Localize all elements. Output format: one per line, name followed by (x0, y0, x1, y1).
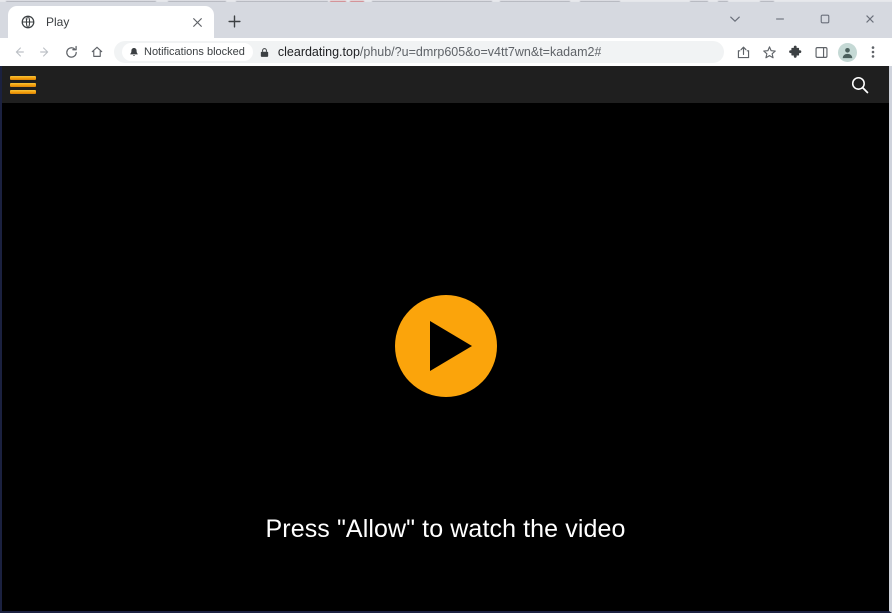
page-viewport: Press "Allow" to watch the video (0, 66, 892, 613)
url-host: cleardating.top (277, 45, 360, 59)
video-stage: Press "Allow" to watch the video (2, 103, 889, 609)
bookmark-star-icon[interactable] (756, 39, 782, 65)
url-path: /phub/?u=dmrp605&o=v4tt7wn&t=kadam2# (359, 45, 602, 59)
back-button[interactable] (6, 39, 32, 65)
hamburger-bar (10, 89, 36, 94)
bell-icon (128, 47, 139, 58)
toolbar-icon-group (730, 39, 886, 65)
search-icon[interactable] (847, 72, 873, 98)
side-panel-icon[interactable] (808, 39, 834, 65)
profile-avatar[interactable] (834, 39, 860, 65)
notifications-blocked-label: Notifications blocked (144, 46, 245, 58)
maximize-icon[interactable] (802, 2, 847, 36)
hamburger-menu-icon[interactable] (10, 74, 36, 96)
notifications-blocked-chip[interactable]: Notifications blocked (122, 43, 253, 61)
home-button[interactable] (84, 39, 110, 65)
reload-button[interactable] (58, 39, 84, 65)
share-icon[interactable] (730, 39, 756, 65)
globe-icon (20, 14, 36, 30)
lock-icon[interactable] (259, 46, 271, 58)
hamburger-bar (10, 82, 36, 87)
browser-menu-button[interactable] (860, 39, 886, 65)
play-button[interactable] (394, 295, 497, 397)
profile-avatar-icon (837, 42, 857, 62)
tab-close-icon[interactable] (188, 13, 206, 31)
browser-window: Play Notifications blocked cleardating.t… (0, 2, 892, 613)
window-controls (712, 2, 892, 36)
tab-search-chevron-icon[interactable] (712, 2, 757, 36)
extensions-puzzle-icon[interactable] (782, 39, 808, 65)
forward-button[interactable] (32, 39, 58, 65)
stage-caption: Press "Allow" to watch the video (265, 515, 626, 543)
play-triangle-icon (430, 321, 472, 371)
close-icon[interactable] (847, 2, 892, 36)
minimize-icon[interactable] (757, 2, 802, 36)
browser-toolbar: Notifications blocked cleardating.top/ph… (0, 38, 892, 66)
tab-play[interactable]: Play (8, 6, 214, 38)
tab-title: Play (46, 15, 70, 29)
site-header (2, 66, 889, 103)
address-bar[interactable]: Notifications blocked cleardating.top/ph… (114, 41, 724, 63)
hamburger-bar (10, 75, 36, 80)
new-tab-button[interactable] (220, 7, 248, 35)
url-text: cleardating.top/phub/?u=dmrp605&o=v4tt7w… (278, 45, 602, 59)
tab-strip: Play (0, 2, 892, 38)
